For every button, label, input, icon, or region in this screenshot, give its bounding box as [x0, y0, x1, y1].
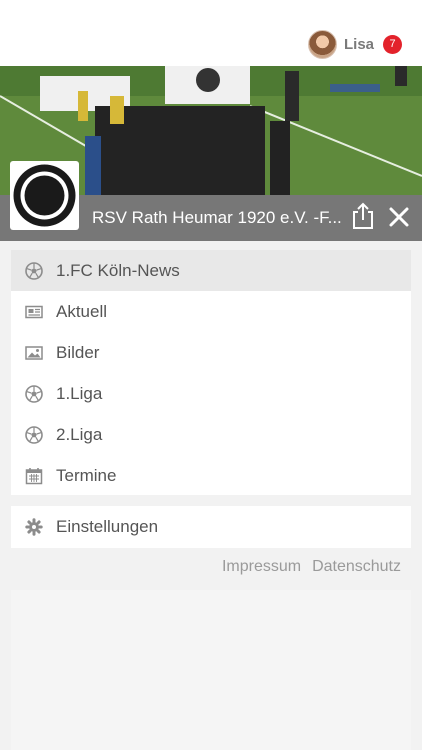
user-name[interactable]: Lisa	[344, 36, 374, 53]
share-button[interactable]	[350, 202, 376, 230]
avatar[interactable]	[307, 29, 337, 59]
datenschutz-link[interactable]: Datenschutz	[312, 556, 401, 578]
menu-item-label: 1.FC Köln-News	[56, 261, 180, 280]
settings-item[interactable]: Einstellungen	[11, 506, 411, 548]
soccer-ball-icon	[25, 426, 43, 444]
user-profile[interactable]: Lisa 7	[307, 29, 402, 59]
menu-item-2-liga[interactable]: 2.Liga	[11, 414, 411, 455]
footer-links: Impressum Datenschutz	[222, 556, 401, 578]
top-bar: Lisa 7	[0, 0, 422, 66]
menu-item-label: Aktuell	[56, 302, 108, 321]
impressum-link[interactable]: Impressum	[222, 556, 301, 578]
empty-content-area	[11, 590, 411, 750]
calendar-icon	[25, 467, 43, 485]
menu-item-aktuell[interactable]: Aktuell	[11, 291, 411, 332]
menu-item-label: Bilder	[56, 343, 100, 362]
menu-item-label: Einstellungen	[56, 517, 159, 536]
menu-item-1-liga[interactable]: 1.Liga	[11, 373, 411, 414]
notification-badge[interactable]: 7	[383, 34, 402, 54]
menu-item-termine[interactable]: Termine	[11, 455, 411, 496]
image-icon	[25, 344, 43, 362]
menu-item-koeln-news[interactable]: 1.FC Köln-News	[11, 250, 411, 291]
menu-item-bilder[interactable]: Bilder	[11, 332, 411, 373]
soccer-ball-icon	[25, 262, 43, 280]
club-logo[interactable]	[10, 161, 79, 230]
close-icon	[389, 207, 409, 227]
menu-item-einstellungen[interactable]: Einstellungen	[11, 506, 411, 547]
gear-icon	[25, 518, 43, 536]
newspaper-icon	[25, 303, 43, 321]
share-icon	[353, 202, 373, 229]
menu-item-label: 1.Liga	[56, 384, 103, 403]
menu-list: 1.FC Köln-News Aktuell Bilder 1.Liga 2.L…	[11, 250, 411, 495]
close-button[interactable]	[387, 205, 411, 229]
club-title: RSV Rath Heumar 1920 e.V. -F...	[92, 208, 342, 227]
soccer-ball-icon	[25, 385, 43, 403]
menu-item-label: Termine	[56, 466, 117, 485]
menu-item-label: 2.Liga	[56, 425, 103, 444]
